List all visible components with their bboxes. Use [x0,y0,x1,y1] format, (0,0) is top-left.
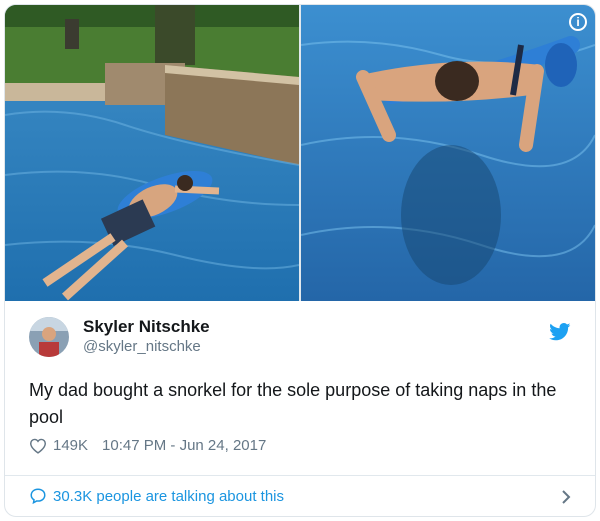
twitter-bird-icon[interactable] [549,323,571,341]
avatar[interactable] [29,317,69,357]
tweet-text: My dad bought a snorkel for the sole pur… [29,380,557,427]
photo-dad-floating-pool[interactable] [5,5,299,301]
tweet-author[interactable]: Skyler Nitschke @skyler_nitschke [29,317,210,357]
chevron-right-icon[interactable] [561,489,571,505]
display-name[interactable]: Skyler Nitschke [83,317,210,337]
tweet-timestamp[interactable]: 10:47 PM - Jun 24, 2017 [102,437,266,454]
heart-icon[interactable] [29,438,47,454]
like-count[interactable]: 149K [53,437,88,454]
photo-dad-closeup-snorkel[interactable]: i [301,5,595,301]
tweet-meta: 149K 10:47 PM - Jun 24, 2017 [29,437,266,454]
user-handle[interactable]: @skyler_nitschke [83,337,210,357]
tweet-media: i [5,5,595,301]
divider [5,475,595,476]
info-icon[interactable]: i [569,13,587,31]
conversation-count: 30.3K people are talking about this [53,487,284,505]
tweet-card[interactable]: i Skyler Nitschke @skyler_nitschke My da… [4,4,596,517]
speech-bubble-icon [30,488,46,505]
conversation-link[interactable]: 30.3K people are talking about this [29,487,284,505]
